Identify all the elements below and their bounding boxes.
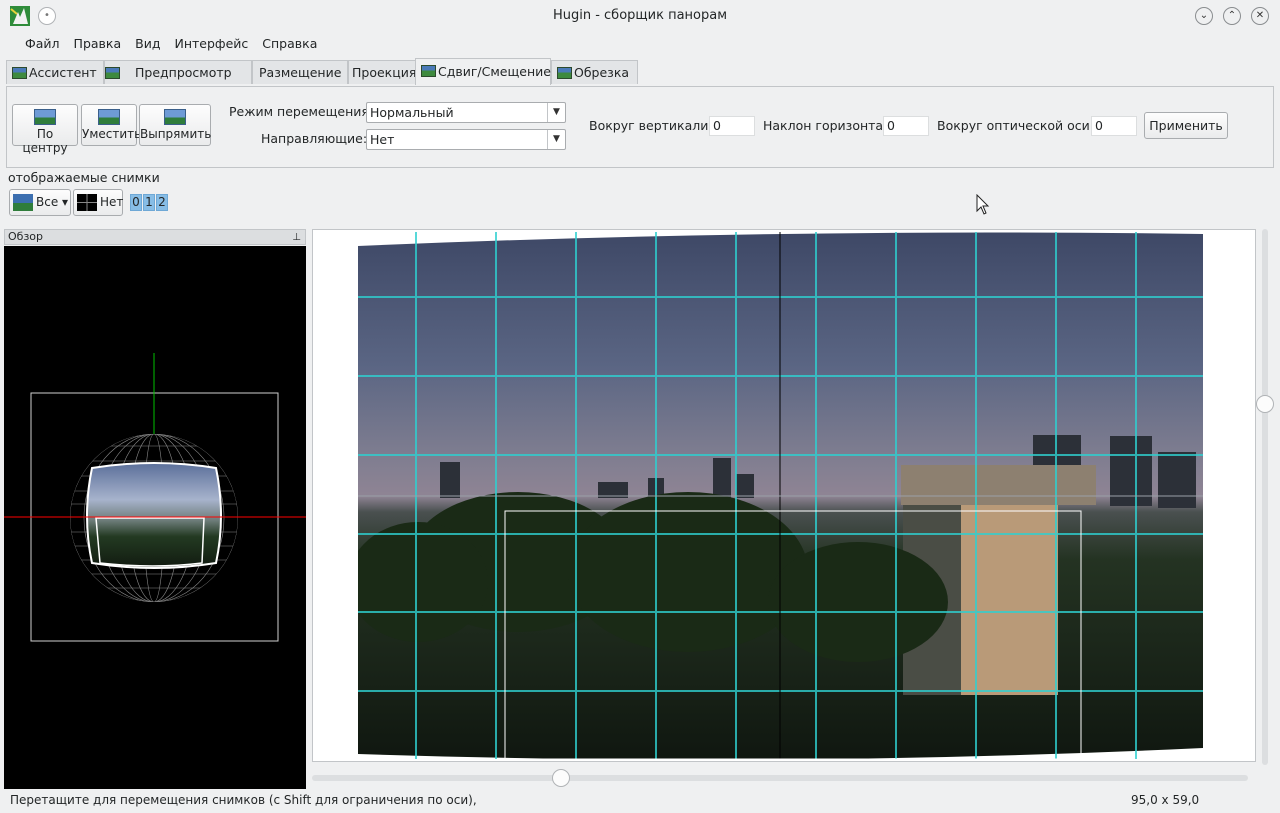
image-toggle-2[interactable]: 2 xyxy=(156,194,168,211)
landscape-icon xyxy=(105,67,120,79)
fit-button[interactable]: Уместить xyxy=(81,104,141,146)
tab-assistant[interactable]: Ассистент xyxy=(6,60,104,84)
tab-projection-label: Проекция xyxy=(352,65,417,80)
window-title: Hugin - сборщик панорам xyxy=(552,8,728,23)
yaw-label: Вокруг вертикали: xyxy=(589,118,713,133)
roll-label: Вокруг оптической оси: xyxy=(937,118,1094,133)
tab-layout[interactable]: Размещение xyxy=(252,60,348,84)
minimize-button[interactable]: ⌄ xyxy=(1195,7,1213,25)
image-toggle-0[interactable]: 0 xyxy=(130,194,142,211)
tab-move-drag[interactable]: Сдвиг/Смещение xyxy=(415,58,551,85)
pin-icon[interactable]: ⊥ xyxy=(292,231,301,245)
menu-interface[interactable]: Интерфейс xyxy=(167,34,255,54)
overview-panel-title: Обзор ⊥ xyxy=(4,229,306,245)
roll-input[interactable]: 0 xyxy=(1091,116,1137,136)
show-none-label: Нет xyxy=(100,195,124,209)
close-button[interactable]: ✕ xyxy=(1251,7,1269,25)
tab-projection[interactable]: Проекция xyxy=(348,60,418,84)
mouse-cursor-icon xyxy=(976,194,990,215)
move-drag-toolbar: По центру Уместить Выпрямить Режим перем… xyxy=(6,86,1274,168)
displayed-images-label: отображаемые снимки xyxy=(8,170,160,185)
menu-edit[interactable]: Правка xyxy=(67,34,129,54)
straighten-button-label: Выпрямить xyxy=(140,127,212,141)
all-images-icon xyxy=(13,194,33,211)
overview-title-text: Обзор xyxy=(8,230,44,243)
show-no-images-button[interactable]: Нет xyxy=(73,189,123,216)
menu-file[interactable]: Файл xyxy=(18,34,67,54)
fit-icon xyxy=(98,109,120,125)
drag-mode-value: Нормальный xyxy=(370,105,454,120)
pitch-input[interactable]: 0 xyxy=(883,116,929,136)
horizontal-yaw-slider-handle[interactable] xyxy=(552,769,570,787)
menu-help[interactable]: Справка xyxy=(255,34,324,54)
pitch-label: Наклон горизонта: xyxy=(763,118,888,133)
tab-preview[interactable]: Предпросмотр xyxy=(104,60,252,84)
menu-bar: Файл Правка Вид Интерфейс Справка xyxy=(18,34,324,54)
status-message: Перетащите для перемещения снимков (с Sh… xyxy=(10,793,477,807)
status-coordinates: 95,0 x 59,0 xyxy=(1131,793,1200,807)
center-button[interactable]: По центру xyxy=(12,104,78,155)
tab-assistant-label: Ассистент xyxy=(29,65,97,80)
menu-view[interactable]: Вид xyxy=(128,34,167,54)
vertical-pitch-slider-handle[interactable] xyxy=(1256,395,1274,413)
straighten-icon xyxy=(164,109,186,125)
straighten-button[interactable]: Выпрямить xyxy=(139,104,211,146)
crop-tab-icon xyxy=(557,67,572,79)
guides-value: Нет xyxy=(370,132,395,147)
chevron-down-icon: ▾ xyxy=(58,195,69,209)
image-toggle-1[interactable]: 1 xyxy=(143,194,155,211)
tab-crop-label: Обрезка xyxy=(574,65,630,80)
no-images-icon xyxy=(77,194,97,211)
maximize-button[interactable]: ⌃ xyxy=(1223,7,1241,25)
chevron-down-icon: ▼ xyxy=(547,103,565,122)
tab-crop[interactable]: Обрезка xyxy=(551,60,638,84)
chevron-down-icon: ▼ xyxy=(547,130,565,149)
guides-select[interactable]: Нет ▼ xyxy=(366,129,566,150)
panorama-preview-canvas[interactable] xyxy=(358,232,1203,759)
drag-mode-select[interactable]: Нормальный ▼ xyxy=(366,102,566,123)
overview-sphere-view[interactable] xyxy=(4,246,306,789)
tab-layout-label: Размещение xyxy=(259,65,342,80)
move-drag-tab-icon xyxy=(421,65,436,77)
show-all-label: Все xyxy=(36,195,59,209)
hugin-tab-icon xyxy=(12,67,27,79)
tab-preview-label: Предпросмотр xyxy=(135,65,232,80)
show-all-images-button[interactable]: Все ▾ xyxy=(9,189,71,216)
drag-mode-label: Режим перемещения: xyxy=(229,104,374,119)
yaw-input[interactable]: 0 xyxy=(709,116,755,136)
center-button-label: По центру xyxy=(22,127,68,155)
fit-button-label: Уместить xyxy=(82,127,142,141)
horizontal-yaw-slider-track[interactable] xyxy=(312,775,1248,781)
vertical-pitch-slider-track[interactable] xyxy=(1262,229,1268,765)
guides-label: Направляющие: xyxy=(261,131,368,146)
title-bar: • Hugin - сборщик панорам ⌄ ⌃ ✕ xyxy=(0,0,1280,32)
tab-bar: Ассистент Предпросмотр Размещение Проекц… xyxy=(6,58,638,85)
overview-panorama-patch xyxy=(86,462,222,569)
apply-button[interactable]: Применить xyxy=(1144,112,1228,139)
tab-move-drag-label: Сдвиг/Смещение xyxy=(438,64,551,79)
overview-sphere[interactable] xyxy=(4,246,306,789)
status-bar: Перетащите для перемещения снимков (с Sh… xyxy=(0,790,1280,813)
center-icon xyxy=(34,109,56,125)
